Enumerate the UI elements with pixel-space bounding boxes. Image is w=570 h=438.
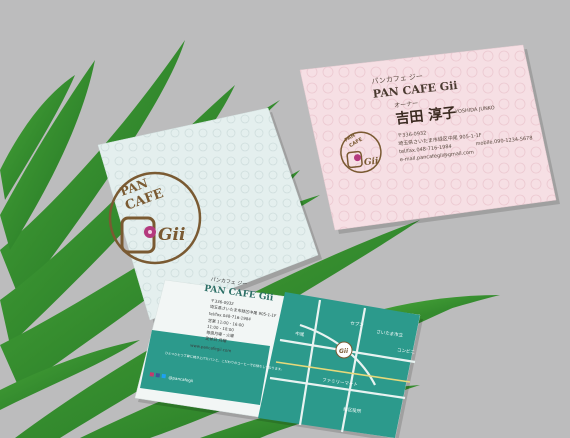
photo-scene: PAN CAFE Gii パンカフェ ジー PAN CAFE Gii YOSHI… (0, 0, 570, 438)
pink-business-card: パンカフェ ジー PAN CAFE Gii YOSHIDA JUNKO オーナー… (299, 44, 560, 234)
logo-line3: Gii (158, 225, 185, 245)
map-pin-logo: Gii (339, 348, 349, 355)
twitter-icon (161, 373, 166, 379)
instagram-icon (149, 372, 155, 377)
pink-logo-text: Gii (364, 156, 380, 168)
map-area (258, 292, 420, 438)
facebook-icon (155, 373, 161, 378)
